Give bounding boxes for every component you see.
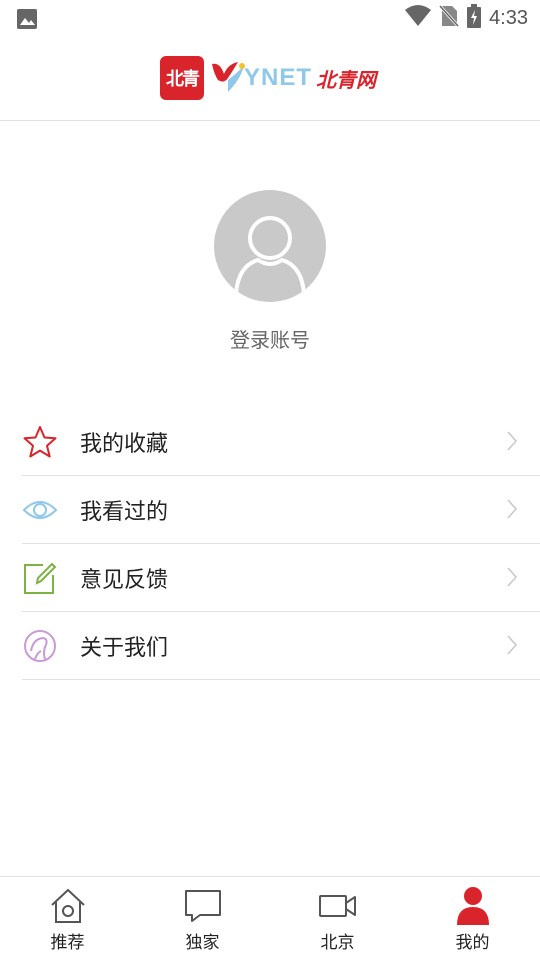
chat-bubble-icon	[184, 887, 222, 925]
tab-mine[interactable]: 我的	[405, 877, 540, 961]
profile-section: 登录账号	[0, 190, 540, 353]
edit-icon	[22, 560, 58, 596]
no-sim-icon	[438, 4, 460, 31]
menu-item-label: 关于我们	[80, 635, 169, 661]
avatar[interactable]	[214, 190, 326, 302]
logo-badge: 北青	[160, 56, 204, 100]
battery-charging-icon	[467, 4, 482, 32]
logo-brand-cn: 北青网	[316, 67, 377, 92]
settings-menu: 我的收藏 我看过的 意见反馈 关于我们	[22, 408, 540, 680]
menu-item-history[interactable]: 我看过的	[22, 476, 540, 544]
star-icon	[22, 424, 58, 460]
chevron-right-icon	[506, 566, 518, 592]
bird-logo-icon	[210, 58, 250, 102]
tab-label: 推荐	[50, 933, 85, 953]
menu-item-about[interactable]: 关于我们	[22, 612, 540, 680]
clock: 4:33	[489, 6, 528, 29]
chevron-right-icon	[506, 634, 518, 660]
tab-recommend[interactable]: 推荐	[0, 877, 135, 961]
home-icon	[49, 887, 87, 925]
login-link[interactable]: 登录账号	[0, 324, 540, 353]
image-notification-icon	[16, 8, 38, 34]
menu-item-label: 我看过的	[80, 499, 169, 525]
tab-beijing[interactable]: 北京	[270, 877, 405, 961]
menu-item-label: 意见反馈	[80, 567, 169, 593]
tab-label: 我的	[455, 933, 490, 953]
status-bar: 4:33	[0, 0, 540, 36]
logo-brand: YNET	[244, 64, 313, 91]
about-icon	[22, 628, 58, 664]
tab-label: 北京	[320, 933, 355, 953]
tab-exclusive[interactable]: 独家	[135, 877, 270, 961]
menu-item-label: 我的收藏	[80, 431, 169, 457]
wifi-icon	[405, 5, 432, 31]
menu-item-favorites[interactable]: 我的收藏	[22, 408, 540, 476]
tab-label: 独家	[185, 933, 220, 953]
chevron-right-icon	[506, 430, 518, 456]
eye-icon	[22, 492, 58, 528]
app-header: 北青 YNET 北青网	[0, 36, 540, 121]
menu-item-feedback[interactable]: 意见反馈	[22, 544, 540, 612]
bottom-tab-bar: 推荐 独家 北京 我的	[0, 876, 540, 961]
video-camera-icon	[318, 887, 357, 925]
person-icon	[456, 887, 490, 925]
ynet-logo: 北青 YNET 北青网	[160, 56, 376, 100]
chevron-right-icon	[506, 498, 518, 524]
default-user-icon	[234, 216, 306, 295]
